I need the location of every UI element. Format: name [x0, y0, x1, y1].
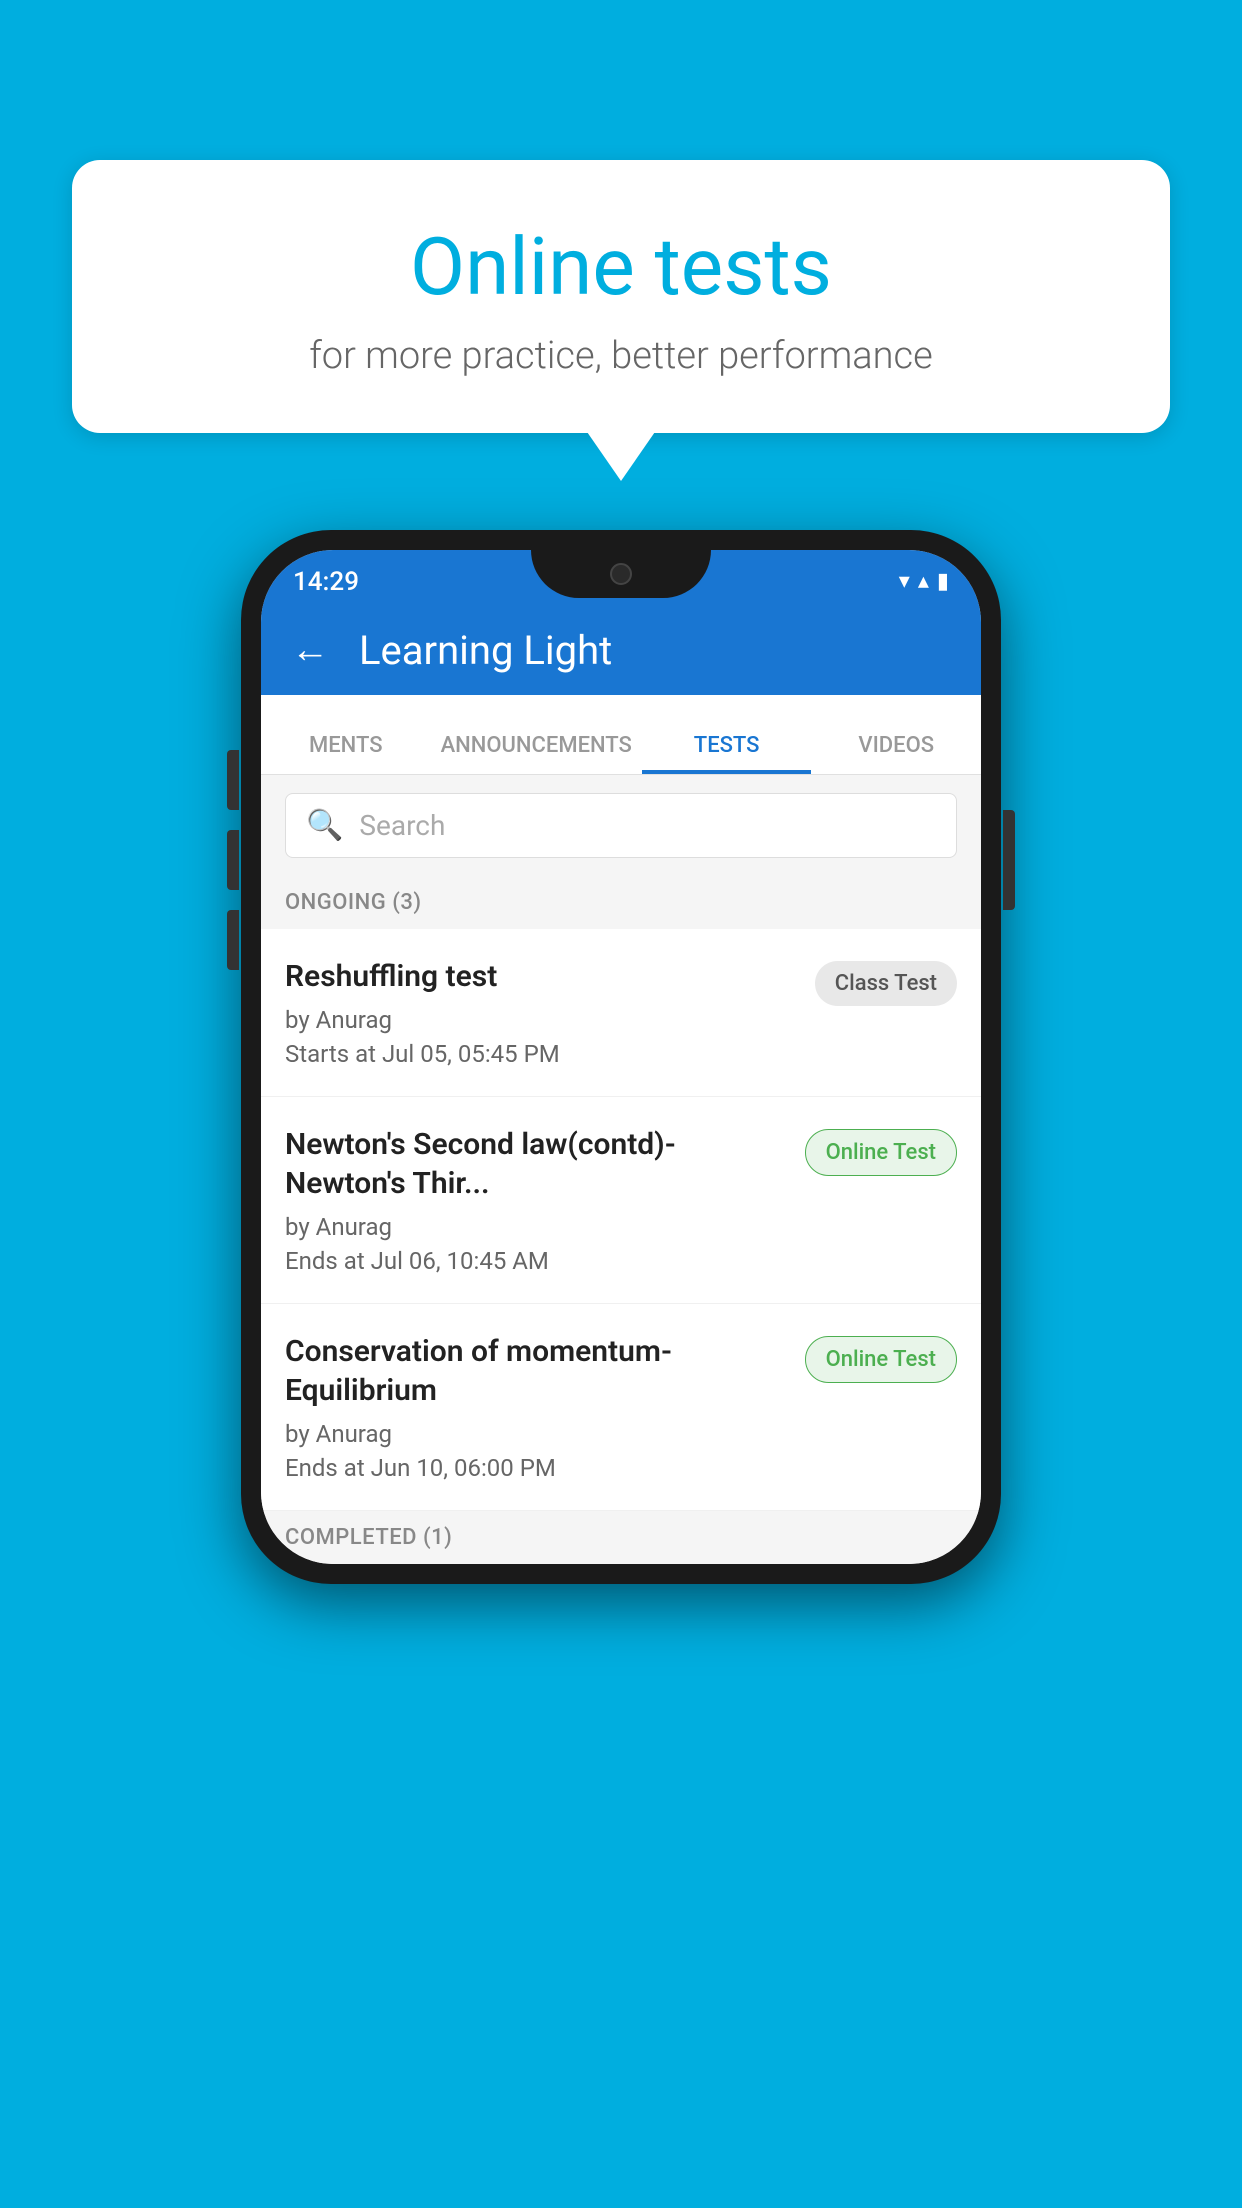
speech-bubble: Online tests for more practice, better p…	[72, 160, 1170, 433]
test-name-1: Reshuffling test	[285, 957, 799, 996]
battery-icon: ▮	[937, 569, 949, 594]
phone-notch	[531, 550, 711, 598]
search-bar-container: 🔍 Search	[261, 775, 981, 876]
status-time: 14:29	[293, 559, 359, 597]
bubble-subtitle: for more practice, better performance	[122, 334, 1120, 378]
test-item-2[interactable]: Newton's Second law(contd)-Newton's Thir…	[261, 1097, 981, 1304]
tab-announcements[interactable]: ANNOUNCEMENTS	[431, 695, 642, 774]
app-header: ← Learning Light	[261, 605, 981, 695]
phone-wrapper: 14:29 ▾ ▴ ▮ ← Learning Light MENTS ANNOU…	[241, 530, 1001, 1584]
test-info-1: Reshuffling test by Anurag Starts at Jul…	[285, 957, 799, 1068]
back-button[interactable]: ←	[291, 631, 329, 669]
phone-screen: 14:29 ▾ ▴ ▮ ← Learning Light MENTS ANNOU…	[261, 550, 981, 1564]
test-list: Reshuffling test by Anurag Starts at Jul…	[261, 929, 981, 1511]
search-placeholder: Search	[359, 809, 445, 842]
test-time-3: Ends at Jun 10, 06:00 PM	[285, 1454, 789, 1482]
search-icon: 🔍	[306, 808, 343, 843]
test-info-2: Newton's Second law(contd)-Newton's Thir…	[285, 1125, 789, 1275]
bubble-title: Online tests	[122, 220, 1120, 314]
tabs-container: MENTS ANNOUNCEMENTS TESTS VIDEOS	[261, 695, 981, 775]
test-name-3: Conservation of momentum-Equilibrium	[285, 1332, 789, 1410]
wifi-icon: ▾	[899, 569, 910, 594]
test-author-3: by Anurag	[285, 1420, 789, 1448]
test-badge-2: Online Test	[805, 1129, 957, 1176]
test-author-1: by Anurag	[285, 1006, 799, 1034]
tab-videos[interactable]: VIDEOS	[811, 695, 981, 774]
test-item-1[interactable]: Reshuffling test by Anurag Starts at Jul…	[261, 929, 981, 1097]
test-info-3: Conservation of momentum-Equilibrium by …	[285, 1332, 789, 1482]
tab-tests[interactable]: TESTS	[642, 695, 812, 774]
ongoing-section-header: ONGOING (3)	[261, 876, 981, 929]
app-title: Learning Light	[359, 627, 612, 674]
signal-icon: ▴	[918, 569, 929, 594]
phone-outer: 14:29 ▾ ▴ ▮ ← Learning Light MENTS ANNOU…	[241, 530, 1001, 1584]
test-author-2: by Anurag	[285, 1213, 789, 1241]
test-time-1: Starts at Jul 05, 05:45 PM	[285, 1040, 799, 1068]
test-time-2: Ends at Jul 06, 10:45 AM	[285, 1247, 789, 1275]
status-icons: ▾ ▴ ▮	[899, 561, 949, 594]
tab-ments[interactable]: MENTS	[261, 695, 431, 774]
test-name-2: Newton's Second law(contd)-Newton's Thir…	[285, 1125, 789, 1203]
camera-icon	[610, 563, 632, 585]
test-badge-1: Class Test	[815, 961, 957, 1006]
test-item-3[interactable]: Conservation of momentum-Equilibrium by …	[261, 1304, 981, 1511]
search-input[interactable]: 🔍 Search	[285, 793, 957, 858]
test-badge-3: Online Test	[805, 1336, 957, 1383]
completed-section-header: COMPLETED (1)	[261, 1511, 981, 1564]
